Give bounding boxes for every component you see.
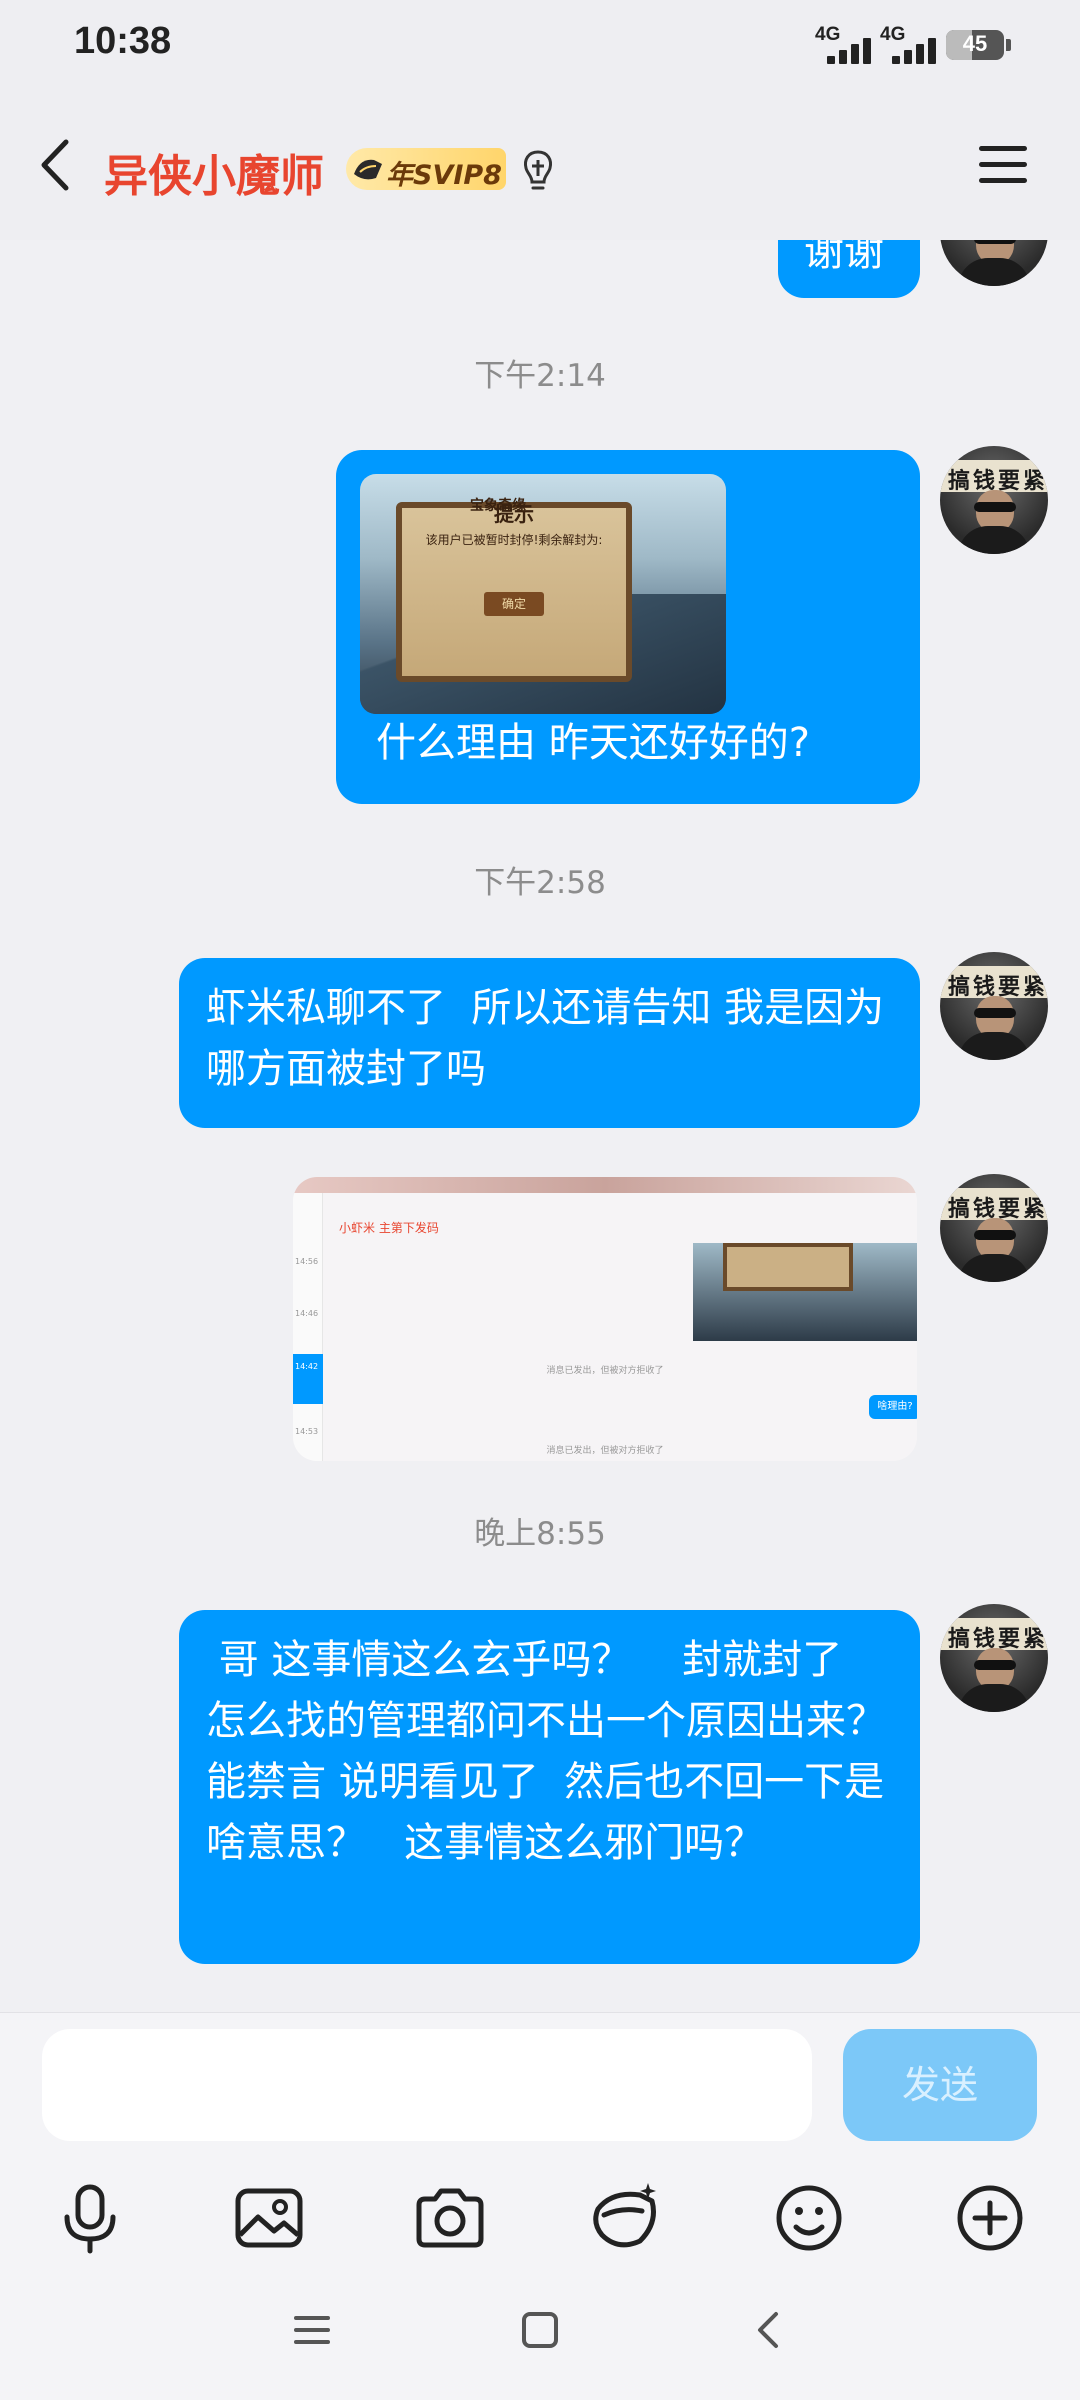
hint-icon[interactable] (518, 146, 558, 194)
vip-crown-icon (354, 159, 382, 180)
screenshot-note: 消息已发出，但被对方拒收了 (546, 1446, 664, 1456)
avatar[interactable]: 搞钱要紧 (940, 952, 1048, 1060)
screenshot-time: 14:46 (295, 1309, 319, 1318)
message-bubble[interactable]: 虾米私聊不了 所以还请告知 我是因为哪方面被封了吗 (179, 958, 920, 1128)
menu-icon (294, 2316, 330, 2344)
red-packet-button[interactable] (582, 2173, 672, 2263)
battery-nub (1006, 39, 1011, 51)
message-timestamp: 晚上8:55 (474, 1516, 606, 1552)
status-bar: 10:38 4G 4G 45 (0, 0, 1080, 90)
message-input[interactable] (42, 2029, 812, 2141)
nav-menu-button[interactable] (282, 2300, 342, 2360)
game-screenshot-image[interactable]: 提示 该用户已被暂时封停!剩余解封为: 确定 宝象奇缘 (360, 474, 726, 714)
chevron-left-icon (758, 2312, 778, 2348)
home-square-icon (522, 2312, 558, 2348)
signal-icon-1: 4G (815, 24, 885, 64)
nav-home-button[interactable] (510, 2300, 570, 2360)
message-text: 什么理由 昨天还好好的? (376, 720, 810, 766)
screenshot-time: 14:56 (295, 1257, 319, 1266)
message-bubble[interactable]: 提示 该用户已被暂时封停!剩余解封为: 确定 宝象奇缘 什么理由 昨天还好好的? (336, 450, 920, 804)
send-button[interactable]: 发送 (843, 2029, 1037, 2141)
game-banner: 宝象奇缘 (470, 498, 526, 514)
menu-icon-line (979, 146, 1027, 151)
screenshot-sidebar: 14:56 14:46 14:42 14:53 (293, 1193, 323, 1461)
screenshot-note: 消息已发出，但被对方拒收了 (546, 1366, 664, 1376)
message-text: 哥 这事情这么玄乎吗？ 封就封了 怎么找的管理都问不出一个原因出来？ 能禁言 说… (206, 1637, 925, 1866)
screenshot-thumbnail (693, 1243, 917, 1341)
emoji-button[interactable] (764, 2173, 854, 2263)
image-icon (235, 2188, 303, 2248)
vip-badge[interactable]: 年SVIP8 (346, 148, 506, 191)
screenshot-time: 14:53 (295, 1427, 319, 1436)
screenshot-chat-title: 小虾米 主第下发码 (339, 1221, 439, 1235)
chat-message-list[interactable]: 谢谢 搞钱要紧 下午2:14 提示 该用户已被暂时封停!剩余解封为: 确定 宝象… (0, 240, 1080, 2012)
message-text: 虾米私聊不了 所以还请告知 我是因为哪方面被封了吗 (206, 985, 885, 1092)
message-bubble[interactable]: 谢谢 (778, 240, 920, 298)
chat-screenshot-image[interactable]: 14:56 14:46 14:42 14:53 小虾米 主第下发码 消息已发出，… (293, 1177, 917, 1461)
menu-button[interactable] (975, 142, 1031, 188)
avatar[interactable]: 搞钱要紧 (940, 1174, 1048, 1282)
vip-label: 年SVIP8 (386, 160, 502, 191)
menu-icon-line (979, 162, 1027, 167)
chat-header: 异侠小魔师 年SVIP8 (0, 90, 1080, 240)
battery-level: 45 (962, 31, 988, 56)
microphone-icon (64, 2184, 116, 2254)
screenshot-topbar (293, 1177, 917, 1193)
avatar[interactable]: 搞钱要紧 (940, 1604, 1048, 1712)
message-timestamp: 下午2:58 (474, 865, 606, 901)
red-packet-icon (593, 2183, 656, 2248)
voice-button[interactable] (45, 2173, 135, 2263)
message-text: 谢谢 (804, 240, 884, 275)
album-button[interactable] (224, 2173, 314, 2263)
message-bubble[interactable]: 哥 这事情这么玄乎吗？ 封就封了 怎么找的管理都问不出一个原因出来？ 能禁言 说… (179, 1610, 920, 1964)
avatar[interactable]: 搞钱要紧 (940, 446, 1048, 554)
camera-icon (416, 2188, 484, 2248)
contact-name[interactable]: 异侠小魔师 (104, 140, 324, 204)
camera-button[interactable] (405, 2173, 495, 2263)
emoji-icon (776, 2185, 842, 2251)
signal-icon-2: 4G (880, 24, 950, 64)
more-button[interactable] (945, 2173, 1035, 2263)
plus-icon (957, 2185, 1023, 2251)
game-dialog-confirm: 确定 (484, 592, 544, 616)
status-time: 10:38 (74, 20, 172, 62)
chevron-left-icon (41, 139, 69, 191)
back-button[interactable] (30, 130, 90, 200)
nav-back-button[interactable] (740, 2300, 800, 2360)
screenshot-bubble: 啥理由? (869, 1395, 917, 1419)
avatar[interactable]: 搞钱要紧 (940, 240, 1048, 286)
menu-icon-line (979, 178, 1027, 183)
battery-icon: 45 (946, 30, 1004, 60)
screenshot-selected-item: 14:42 (293, 1354, 323, 1404)
message-timestamp: 下午2:14 (474, 358, 606, 394)
